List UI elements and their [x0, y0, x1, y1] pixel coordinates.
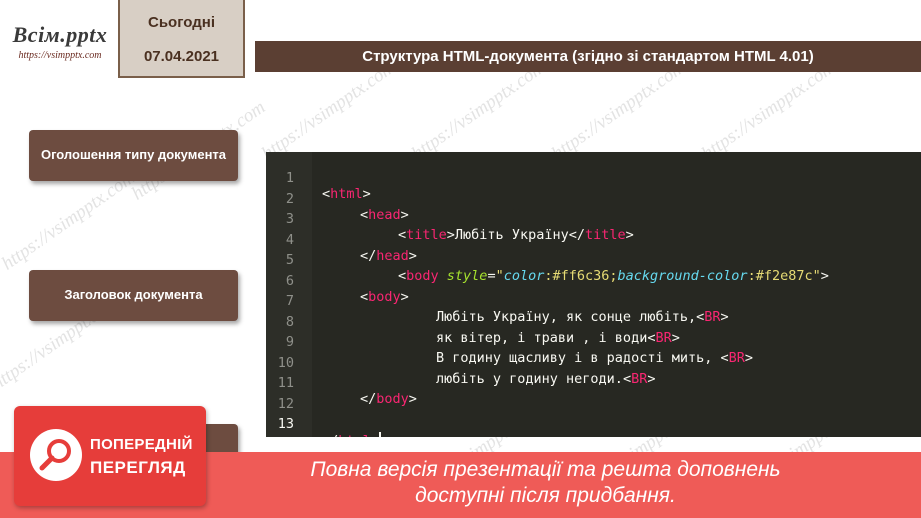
- code-line: 5 <body style="color:#ff6c36;background-…: [266, 236, 921, 284]
- watermark: https://vsimpptx.com: [407, 56, 550, 165]
- banner-line-2: доступні після придбання.: [415, 484, 676, 507]
- preview-badge[interactable]: ПОПЕРЕДНІЙ ПЕРЕГЛЯД: [14, 406, 206, 506]
- text-cursor: [378, 432, 381, 437]
- site-logo: Всім.pptx https://vsimpptx.com: [4, 22, 116, 76]
- slide-title-bar: Структура HTML-документа (згідно зі стан…: [255, 41, 921, 72]
- sidebar-item-label: Оголошення типу документа: [40, 147, 227, 163]
- line-number: 13: [277, 416, 294, 432]
- code-line: 4 </head>: [266, 216, 921, 264]
- code-line: 12: [266, 380, 921, 412]
- code-line: 6 <body>: [266, 257, 921, 305]
- preview-label-line-1: ПОПЕРЕДНІЙ: [90, 436, 193, 453]
- preview-label-line-2: ПЕРЕГЛЯД: [90, 458, 186, 477]
- watermark: https://vsimpptx.com: [0, 166, 140, 275]
- logo-url: https://vsimpptx.com: [18, 50, 102, 61]
- code-line: 1 <html>: [266, 154, 921, 202]
- watermark: https://vsimpptx.com: [697, 56, 840, 165]
- code-line: 10 любіть у годину негоди.<BR>: [266, 339, 921, 387]
- code-line: 8 як вітер, і трави , і води<BR>: [266, 298, 921, 346]
- watermark: https://vsimpptx.com: [257, 56, 400, 165]
- magnifier-badge: [30, 429, 82, 481]
- sidebar-item-head[interactable]: Заголовок документа: [29, 270, 238, 321]
- code-line: 11 </body>: [266, 359, 921, 407]
- slide-title: Структура HTML-документа (згідно зі стан…: [362, 48, 814, 65]
- date-value: 07.04.2021: [143, 48, 220, 65]
- sidebar-item-label: Заголовок документа: [64, 287, 203, 303]
- code-line: 3 <title>Любіть Україну</title>: [266, 195, 921, 243]
- watermark: https://vsimpptx.com: [547, 56, 690, 165]
- sidebar-item-doctype[interactable]: Оголошення типу документа: [29, 130, 238, 181]
- date-label: Сьогодні: [148, 14, 215, 31]
- code-line: 13 </html>: [266, 400, 921, 437]
- code-line: 9 В годину щасливу і в радості мить, <BR…: [266, 318, 921, 366]
- code-line: 7 Любіть Україну, як сонце любіть,<BR>: [266, 277, 921, 325]
- banner-line-1: Повна версія презентації та решта доповн…: [310, 458, 781, 481]
- date-box: Сьогодні 07.04.2021: [118, 0, 245, 78]
- logo-title: Всім.pptx: [12, 22, 108, 47]
- magnifier-icon: [39, 439, 71, 471]
- code-line: 2 <head>: [266, 175, 921, 223]
- code-editor[interactable]: 1 <html> 2 <head> 3 <title>Любіть Україн…: [266, 152, 921, 437]
